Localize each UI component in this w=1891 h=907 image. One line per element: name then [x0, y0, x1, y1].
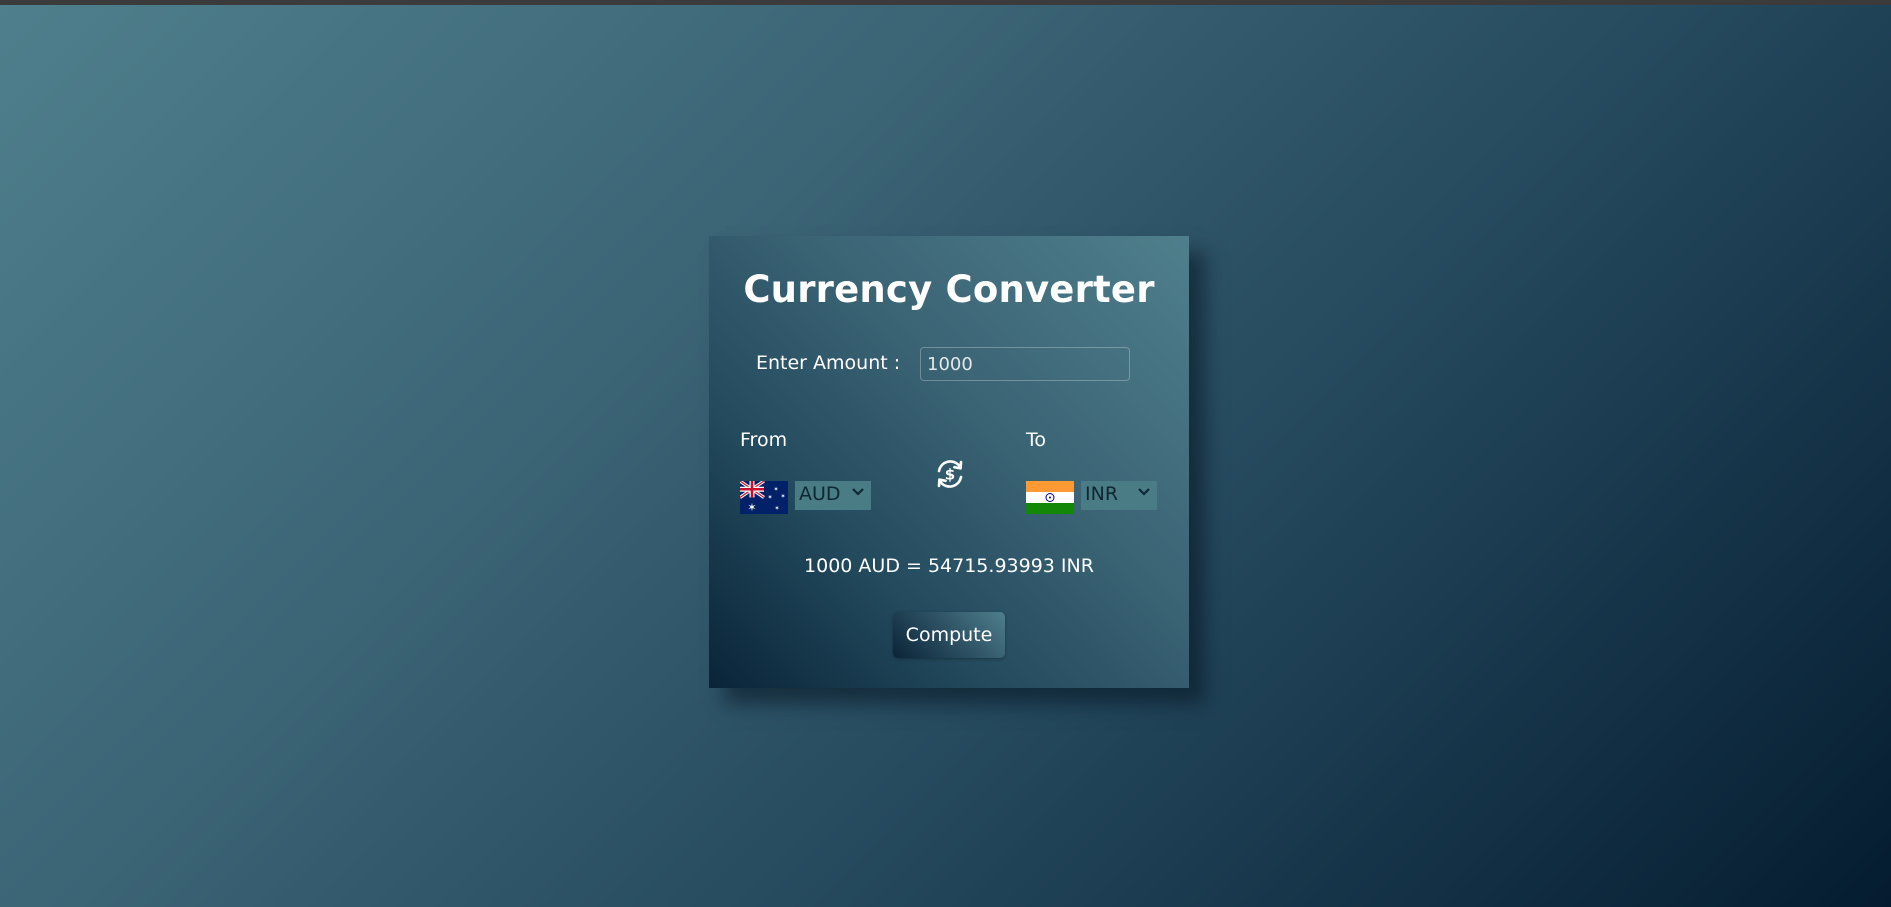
amount-label: Enter Amount : — [756, 352, 901, 374]
page-title: Currency Converter — [743, 268, 1155, 311]
chevron-down-icon — [852, 488, 864, 496]
to-currency-select[interactable]: INR — [1081, 481, 1157, 510]
converter-card: Currency Converter Enter Amount : From T… — [709, 236, 1189, 688]
svg-text:✶: ✶ — [780, 493, 785, 500]
to-currency-value: INR — [1085, 483, 1119, 505]
to-label: To — [1026, 429, 1047, 451]
india-flag-icon — [1026, 481, 1074, 514]
from-currency-value: AUD — [799, 483, 841, 505]
svg-text:✶: ✶ — [774, 505, 779, 512]
conversion-result: 1000 AUD = 54715.93993 INR — [804, 555, 1094, 577]
from-currency-select[interactable]: AUD — [795, 481, 871, 510]
compute-button[interactable]: Compute — [893, 612, 1005, 658]
currency-exchange-icon[interactable]: $ — [934, 458, 966, 490]
amount-input[interactable] — [920, 347, 1130, 381]
svg-text:✶: ✶ — [747, 501, 756, 514]
browser-top-edge — [0, 0, 1891, 5]
chevron-down-icon — [1138, 488, 1150, 496]
svg-text:✶: ✶ — [767, 494, 772, 501]
from-label: From — [740, 429, 788, 451]
australia-flag-icon: ✶ ✶ ✶ ✶ ✶ — [740, 481, 788, 514]
svg-text:✶: ✶ — [773, 486, 778, 493]
svg-text:$: $ — [945, 466, 955, 484]
